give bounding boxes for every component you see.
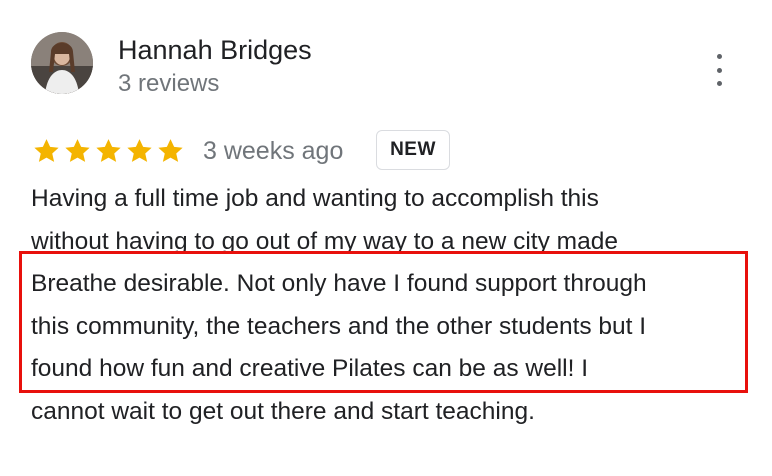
star-rating [31, 136, 186, 166]
review-text-line: this community, the teachers and the oth… [31, 312, 647, 340]
reviewer-review-count[interactable]: 3 reviews [118, 70, 219, 98]
new-badge: NEW [376, 130, 450, 170]
review-text-line: Breathe desirable. Not only have I found… [31, 270, 647, 297]
star-icon [127, 139, 152, 162]
more-options-button[interactable] [706, 54, 732, 86]
more-vert-icon-dot [716, 54, 722, 59]
review-date: 3 weeks ago [203, 137, 344, 165]
avatar-photo [31, 32, 93, 94]
avatar[interactable] [31, 32, 93, 94]
star-icon [65, 139, 90, 162]
review-text-line: found how fun and creative Pilates can b… [31, 355, 589, 382]
review-text-line: without having to go out of my way to a … [31, 227, 618, 255]
reviewer-name[interactable]: Hannah Bridges [118, 34, 312, 66]
star-icon [34, 139, 59, 162]
more-vert-icon-dot [716, 81, 722, 86]
review-text-line: Having a full time job and wanting to ac… [31, 185, 599, 212]
star-icon [96, 139, 121, 162]
star-icon [158, 139, 183, 162]
review-text: Having a full time job and wanting to ac… [31, 178, 741, 433]
more-vert-icon-dot [716, 67, 722, 73]
review-text-line: cannot wait to get out there and start t… [31, 397, 535, 425]
